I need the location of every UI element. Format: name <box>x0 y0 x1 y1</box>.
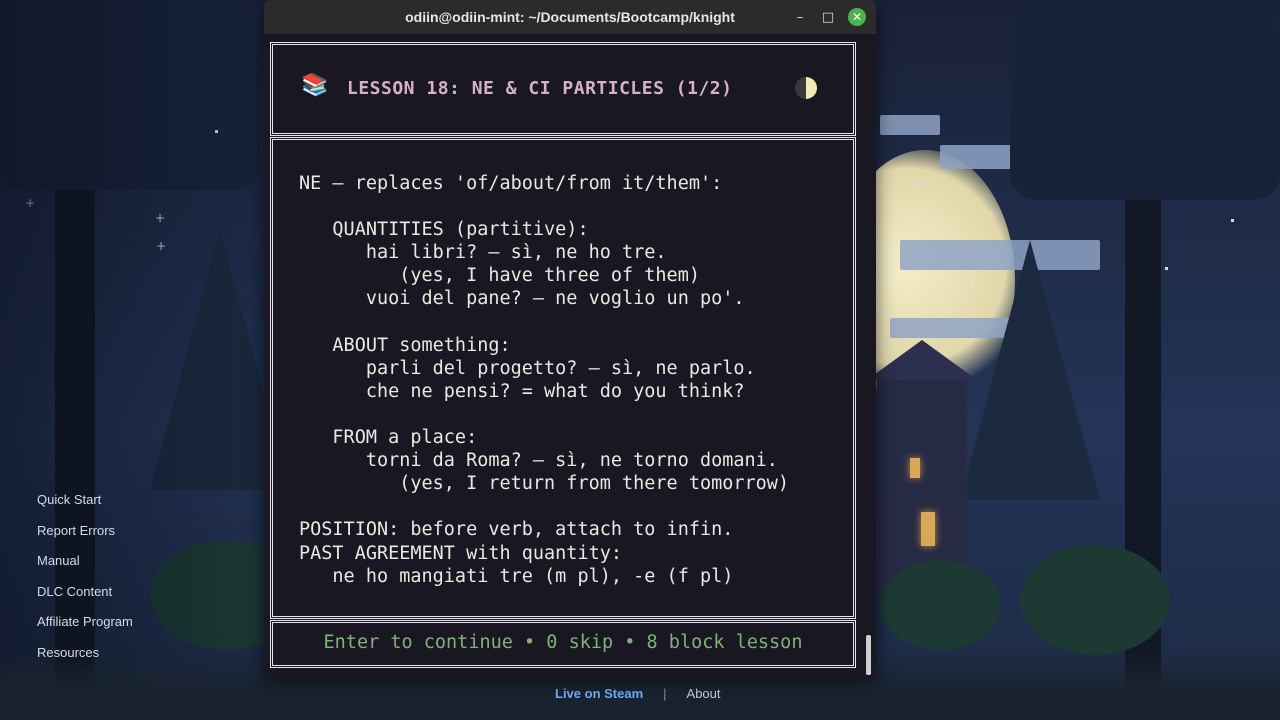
close-icon: ✕ <box>848 8 866 26</box>
lesson-footer: Enter to continue • 0 skip • 8 block les… <box>270 620 856 668</box>
lesson-header: 📚 LESSON 18: NE & CI PARTICLES (1/2) <box>270 42 856 136</box>
lesson-line <box>299 403 789 426</box>
lesson-line <box>299 195 789 218</box>
lesson-line: parli del progetto? – sì, ne parlo. <box>299 357 756 379</box>
lesson-line: FROM a place: <box>299 427 478 449</box>
menu-item-manual[interactable]: Manual <box>37 549 133 580</box>
lesson-line: che ne pensi? = what do you think? <box>299 380 745 402</box>
lesson-line <box>299 495 789 518</box>
lesson-line: NE – replaces 'of/about/from it/them': <box>299 173 723 194</box>
lesson-line: PAST AGREEMENT with quantity: <box>299 542 623 564</box>
cloud <box>880 115 940 135</box>
star <box>1165 267 1168 270</box>
pine-tree <box>960 240 1100 500</box>
menu-item-affiliate-program[interactable]: Affiliate Program <box>37 610 133 641</box>
lesson-line: (yes, I return from there tomorrow) <box>299 473 790 495</box>
menu-item-report-errors[interactable]: Report Errors <box>37 519 133 550</box>
lesson-line: ne ho mangiati tre (m pl), -e (f pl) <box>299 565 734 587</box>
lesson-line: vuoi del pane? – ne voglio un po'. <box>299 288 745 310</box>
tree-canopy <box>1010 0 1280 200</box>
lesson-line: (yes, I have three of them) <box>299 265 700 287</box>
star <box>1231 219 1234 222</box>
lesson-line: ABOUT something: <box>299 334 511 356</box>
window-title: odiin@odiin-mint: ~/Documents/Bootcamp/k… <box>405 9 735 25</box>
lesson-text: NE – replaces 'of/about/from it/them': Q… <box>299 172 789 588</box>
lesson-line: QUANTITIES (partitive): <box>299 219 589 241</box>
menu-item-resources[interactable]: Resources <box>37 641 133 672</box>
window-titlebar[interactable]: odiin@odiin-mint: ~/Documents/Bootcamp/k… <box>264 0 876 34</box>
lesson-line: torni da Roma? – sì, ne torno domani. <box>299 450 778 472</box>
bush <box>880 560 1000 650</box>
bottom-links: Live on Steam | About <box>555 686 721 701</box>
side-menu: Quick Start Report Errors Manual DLC Con… <box>37 488 133 671</box>
books-icon: 📚 <box>301 73 329 98</box>
lesson-line: hai libri? – sì, ne ho tre. <box>299 242 667 264</box>
lesson-line <box>299 311 789 334</box>
lesson-line: POSITION: before verb, attach to infin. <box>299 519 734 541</box>
terminal-scrollbar[interactable] <box>866 635 871 675</box>
lesson-content: NE – replaces 'of/about/from it/them': Q… <box>270 137 856 619</box>
footer-instructions: Enter to continue • 0 skip • 8 block les… <box>323 632 803 653</box>
menu-item-dlc-content[interactable]: DLC Content <box>37 580 133 611</box>
minimize-icon[interactable]: – <box>786 0 814 34</box>
close-button[interactable]: ✕ <box>843 0 871 34</box>
menu-item-quick-start[interactable]: Quick Start <box>37 488 133 519</box>
live-on-steam-link[interactable]: Live on Steam <box>555 686 643 701</box>
star <box>990 212 993 215</box>
link-separator: | <box>663 686 667 701</box>
terminal-body[interactable]: 📚 LESSON 18: NE & CI PARTICLES (1/2) NE … <box>264 34 876 678</box>
lesson-title: LESSON 18: NE & CI PARTICLES (1/2) <box>347 78 733 99</box>
maximize-icon[interactable]: □ <box>814 0 842 34</box>
terminal-window: odiin@odiin-mint: ~/Documents/Bootcamp/k… <box>264 0 876 678</box>
half-moon-icon <box>795 77 817 99</box>
about-link[interactable]: About <box>687 686 721 701</box>
bush <box>1020 545 1170 655</box>
star: + <box>914 178 925 192</box>
